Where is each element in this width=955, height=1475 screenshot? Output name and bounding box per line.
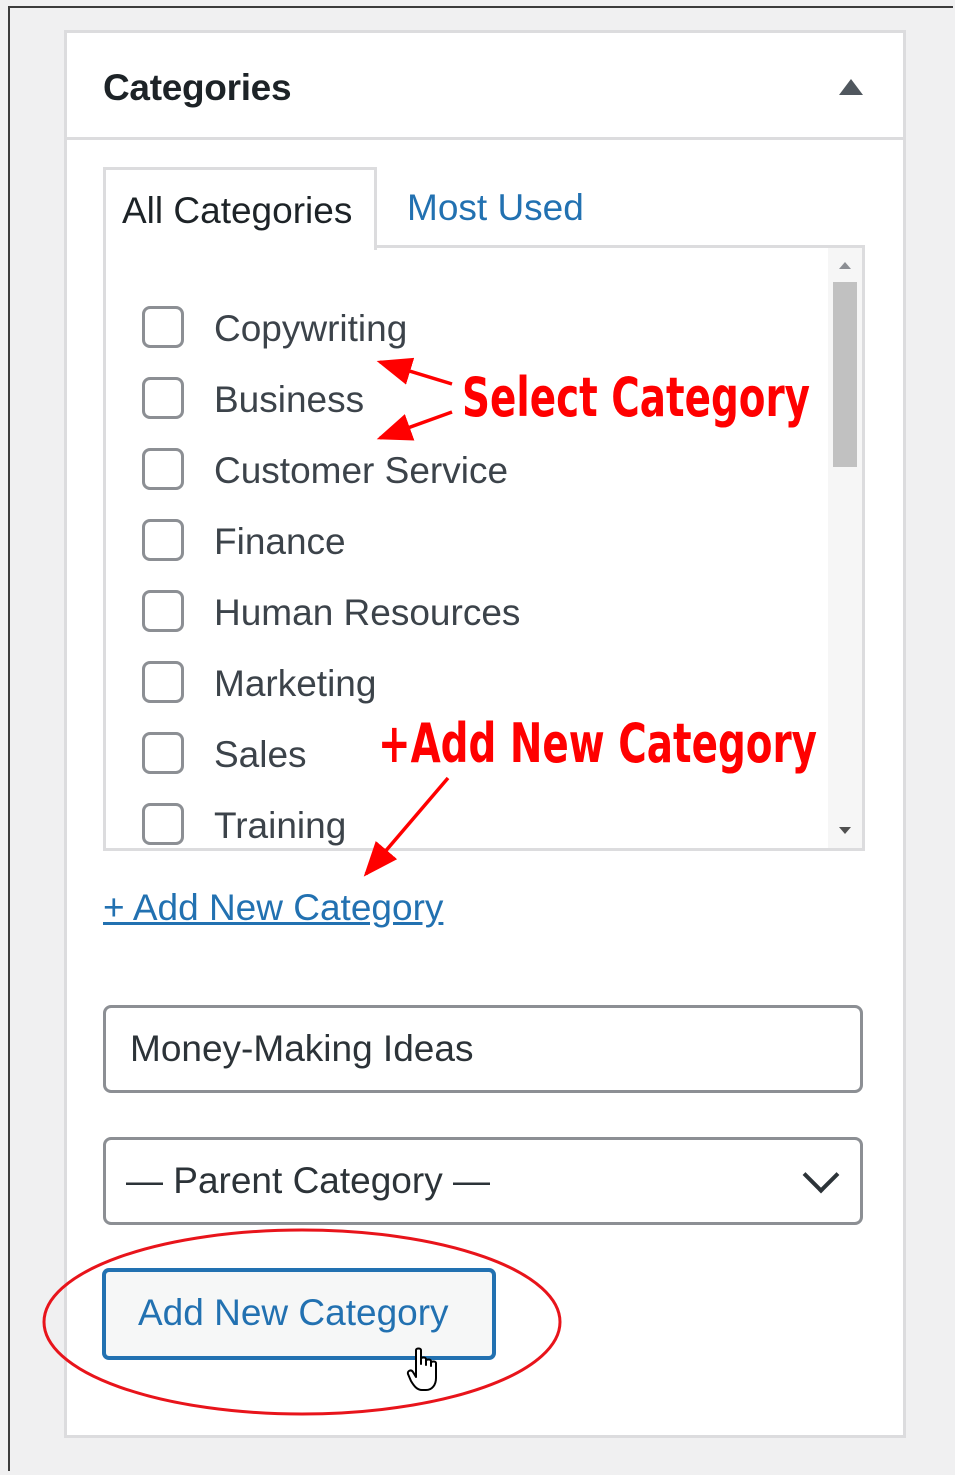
scroll-down-icon[interactable] (839, 827, 851, 834)
category-label: Marketing (214, 663, 377, 704)
category-checkbox[interactable] (142, 803, 184, 845)
collapse-toggle-icon[interactable] (839, 79, 863, 95)
category-checkbox[interactable] (142, 732, 184, 774)
tab-most-used[interactable]: Most Used (407, 187, 584, 229)
annotation-select-category: Select Category (462, 366, 811, 429)
category-label: Customer Service (214, 450, 509, 491)
panel-header[interactable]: Categories (67, 33, 903, 140)
new-category-name-value: Money-Making Ideas (130, 1028, 474, 1069)
add-new-category-link[interactable]: + Add New Category (103, 887, 443, 929)
category-label: Business (214, 379, 365, 420)
parent-category-selected: — Parent Category — (126, 1160, 490, 1201)
category-label: Human Resources (214, 592, 521, 633)
category-label: Sales (214, 734, 307, 775)
scrollbar[interactable] (828, 248, 862, 848)
annotation-add-new-category: +Add New Category (378, 712, 818, 775)
category-checkbox[interactable] (142, 377, 184, 419)
new-category-name-input[interactable]: Money-Making Ideas (103, 1005, 863, 1093)
category-label: Training (214, 805, 347, 846)
tab-all-categories-label: All Categories (122, 190, 353, 231)
category-label: Finance (214, 521, 346, 562)
category-checkbox[interactable] (142, 590, 184, 632)
category-checkbox[interactable] (142, 448, 184, 490)
tab-all-categories[interactable]: All Categories (103, 167, 377, 250)
category-checkbox[interactable] (142, 519, 184, 561)
add-new-category-button[interactable]: Add New Category (103, 1269, 495, 1359)
scrollbar-thumb[interactable] (833, 282, 857, 467)
parent-category-select[interactable]: — Parent Category — (103, 1137, 863, 1225)
scroll-up-icon[interactable] (839, 262, 851, 269)
category-label: Copywriting (214, 308, 408, 349)
panel-title: Categories (103, 67, 292, 108)
category-checkbox[interactable] (142, 306, 184, 348)
add-new-category-button-label: Add New Category (138, 1292, 449, 1333)
category-checkbox[interactable] (142, 661, 184, 703)
chevron-down-icon (802, 1156, 840, 1194)
